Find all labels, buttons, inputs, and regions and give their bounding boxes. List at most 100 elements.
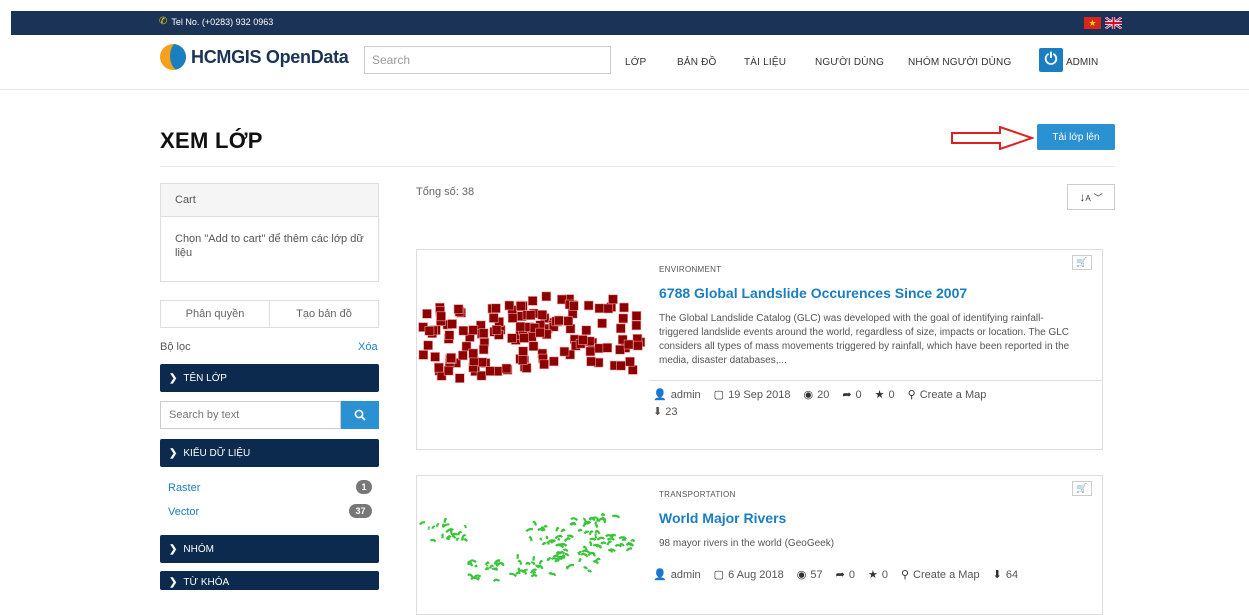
river-segment <box>471 578 478 580</box>
river-segment <box>565 554 568 556</box>
landslide-marker <box>584 301 593 310</box>
star-icon: ★ <box>875 389 885 401</box>
downloads: ⬇ 23 <box>653 405 678 418</box>
nav-documents[interactable]: TÀI LIỆU <box>744 57 786 68</box>
uk-flag-icon[interactable] <box>1105 17 1122 29</box>
owner[interactable]: admin <box>671 389 701 401</box>
river-segment <box>627 548 632 551</box>
river-segment <box>420 522 425 525</box>
facet-layer-name[interactable]: ❯ TÊN LỚP <box>160 364 379 392</box>
landslide-marker <box>505 301 514 310</box>
river-segment <box>556 528 558 531</box>
nav-maps[interactable]: BẢN ĐỒ <box>677 57 717 68</box>
cart-hint: Chọn "Add to cart" để thêm các lớp dữ li… <box>161 217 378 275</box>
search-input[interactable] <box>364 46 611 74</box>
logo-text: HCMGIS OpenData <box>191 47 349 68</box>
river-segment <box>622 539 625 541</box>
facet-label: KIỂU DỮ LIỆU <box>183 448 250 459</box>
landslide-marker <box>582 326 591 335</box>
site-logo[interactable]: HCMGIS OpenData <box>160 44 349 70</box>
nav-users[interactable]: NGƯỜI DÙNG <box>815 57 884 68</box>
nav-user-groups[interactable]: NHÓM NGƯỜI DÙNG <box>908 57 1011 68</box>
river-segment <box>590 531 593 534</box>
river-segment <box>612 516 619 518</box>
search-by-text-input[interactable] <box>160 401 341 429</box>
facet-keyword[interactable]: ❯ TỪ KHÓA <box>160 571 379 590</box>
facet-data-type[interactable]: ❯ KIỂU DỮ LIỆU <box>160 439 379 467</box>
type-vector-link[interactable]: Vector <box>168 506 199 518</box>
vietnam-flag-icon[interactable] <box>1084 17 1101 29</box>
river-segment <box>597 538 604 540</box>
landslide-marker <box>478 358 487 367</box>
phone-number: Tel No. (+0283) 932 0963 <box>171 17 273 27</box>
landslide-marker <box>423 309 432 318</box>
river-segment <box>565 538 570 541</box>
river-segment <box>543 543 546 545</box>
landslide-marker <box>633 341 642 350</box>
add-to-cart-button[interactable]: 🛒 <box>1072 481 1092 496</box>
landslide-marker <box>624 340 633 349</box>
nav-layers[interactable]: LỚP <box>625 57 646 68</box>
river-segment <box>581 554 587 557</box>
tab-create-map[interactable]: Tạo bản đồ <box>270 300 379 328</box>
search-button[interactable] <box>341 401 379 429</box>
landslide-marker <box>491 304 500 313</box>
river-segment <box>486 568 489 570</box>
river-segment <box>475 566 476 568</box>
river-segment <box>588 571 591 573</box>
phone-info: ✆ Tel No. (+0283) 932 0963 <box>159 16 273 27</box>
owner[interactable]: admin <box>671 569 701 581</box>
landslide-marker <box>458 351 467 360</box>
layer-title[interactable]: 6788 Global Landslide Occurences Since 2… <box>659 285 967 301</box>
river-segment <box>564 550 568 552</box>
sort-alpha-icon: ↓A <box>1079 190 1090 204</box>
create-map-link[interactable]: Create a Map <box>913 569 980 581</box>
count-badge: 1 <box>356 480 372 494</box>
layer-category[interactable]: ENVIRONMENT <box>659 265 721 274</box>
type-raster-link[interactable]: Raster <box>168 482 200 494</box>
river-segment <box>519 571 524 573</box>
user-menu[interactable]: ADMIN <box>1066 57 1098 68</box>
rivers-thumbnail[interactable] <box>417 476 647 591</box>
tab-permissions[interactable]: Phân quyền <box>160 300 270 328</box>
landslide-marker <box>444 366 453 375</box>
river-segment <box>627 544 632 546</box>
river-segment <box>616 545 622 547</box>
river-segment <box>601 542 606 544</box>
count-badge: 37 <box>349 504 372 518</box>
river-segment <box>444 519 446 523</box>
download-count: 23 <box>665 406 677 418</box>
facet-group[interactable]: ❯ NHÓM <box>160 535 379 563</box>
landslide-marker <box>549 357 558 366</box>
river-segment <box>549 558 550 560</box>
landslide-marker <box>628 365 637 374</box>
add-to-cart-button[interactable]: 🛒 <box>1072 255 1092 270</box>
layer-meta: 👤admin ▢19 Sep 2018 ◉20 ➦0 ★0 ⚲Create a … <box>653 388 986 401</box>
landslide-marker <box>448 320 457 329</box>
river-segment <box>552 574 556 576</box>
river-segment <box>547 543 549 545</box>
landslide-marker <box>447 353 456 362</box>
share-icon: ➦ <box>842 389 851 401</box>
landslide-marker <box>564 317 573 326</box>
landslide-marker <box>586 347 595 356</box>
river-segment <box>567 567 568 569</box>
landslide-marker <box>479 329 488 338</box>
views: 20 <box>817 389 829 401</box>
layer-title[interactable]: World Major Rivers <box>659 510 786 526</box>
sort-dropdown[interactable]: ↓A ﹀ <box>1067 184 1115 210</box>
chevron-right-icon: ❯ <box>169 577 177 588</box>
landslide-marker <box>536 328 545 337</box>
landslide-marker <box>554 316 563 325</box>
clear-filters-link[interactable]: Xóa <box>358 341 378 353</box>
landslide-marker <box>479 345 488 354</box>
river-segment <box>443 524 449 527</box>
upload-layer-button[interactable]: Tải lớp lên <box>1037 124 1115 150</box>
chevron-down-icon: ❯ <box>169 448 177 459</box>
layer-category[interactable]: TRANSPORTATION <box>659 490 736 499</box>
chevron-down-icon: ﹀ <box>1094 191 1103 204</box>
landslide-thumbnail[interactable] <box>417 250 647 390</box>
power-icon[interactable]: ⏻ <box>1039 48 1063 72</box>
create-map-link[interactable]: Create a Map <box>920 389 987 401</box>
river-segment <box>475 576 481 578</box>
